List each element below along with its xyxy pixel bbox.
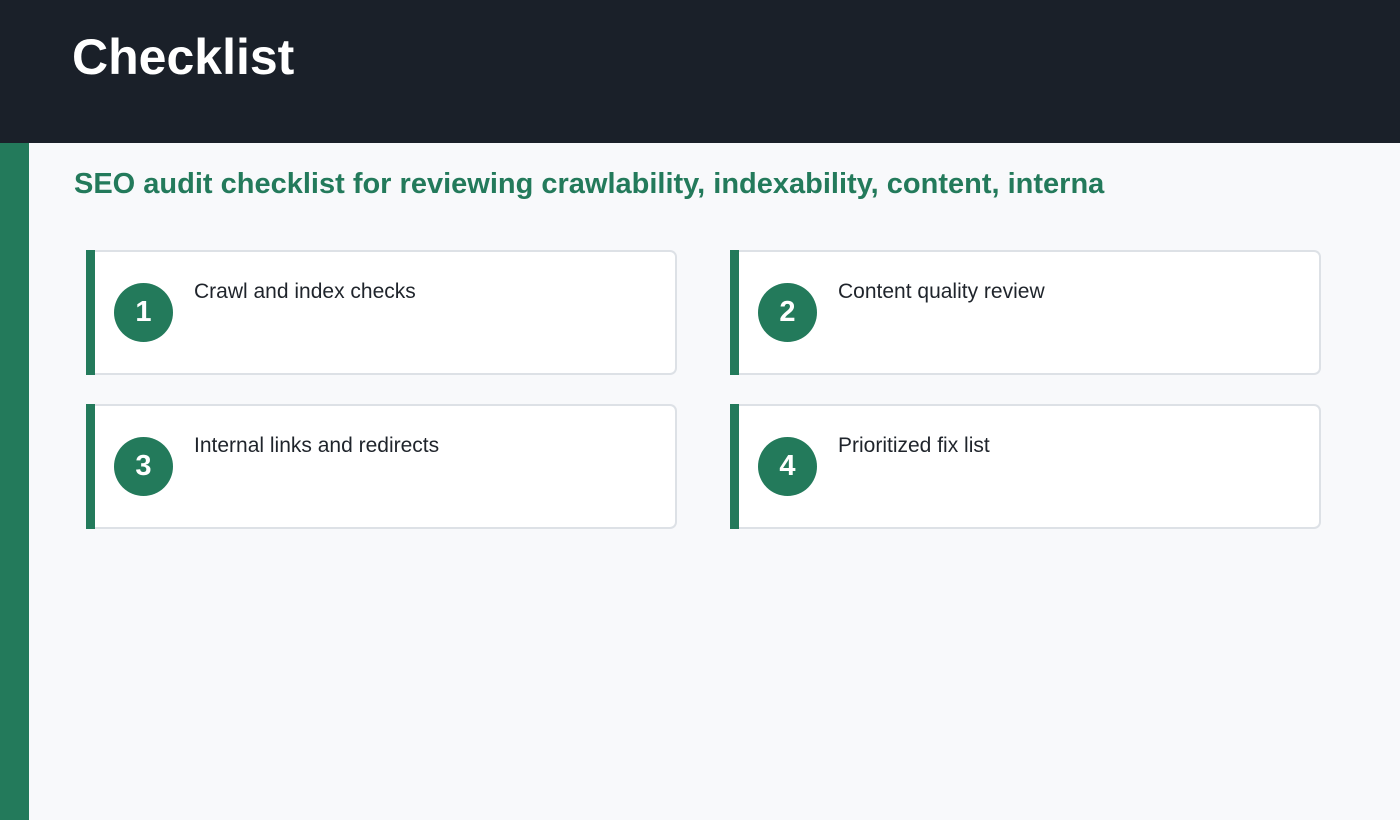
page-header: Checklist	[0, 0, 1400, 143]
step-number-badge: 2	[758, 283, 817, 342]
page-subtitle: SEO audit checklist for reviewing crawla…	[74, 168, 1105, 200]
page-title: Checklist	[72, 29, 295, 85]
left-accent-stripe	[0, 143, 29, 820]
checklist-item: 2 Content quality review	[730, 250, 1321, 375]
checklist-item: 4 Prioritized fix list	[730, 404, 1321, 529]
checklist-item: 1 Crawl and index checks	[86, 250, 677, 375]
checklist-item-label: Internal links and redirects	[194, 434, 440, 457]
checklist-item-label: Crawl and index checks	[194, 280, 416, 303]
checklist-item-label: Prioritized fix list	[838, 434, 990, 457]
checklist-item: 3 Internal links and redirects	[86, 404, 677, 529]
step-number-badge: 3	[114, 437, 173, 496]
step-number-badge: 4	[758, 437, 817, 496]
step-number-badge: 1	[114, 283, 173, 342]
checklist-item-label: Content quality review	[838, 280, 1045, 303]
